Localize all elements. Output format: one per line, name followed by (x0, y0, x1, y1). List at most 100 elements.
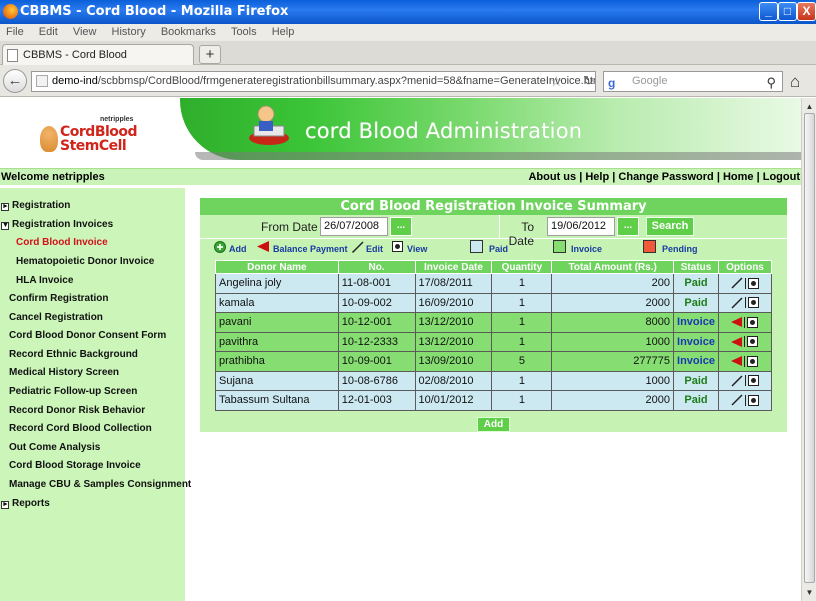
cell-donor-name: kamala (215, 292, 339, 313)
cell-status[interactable]: Invoice (673, 331, 719, 352)
cell-no: 10-12-001 (337, 312, 416, 333)
col-invoice-date[interactable]: Invoice Date (414, 260, 493, 274)
from-date-input[interactable]: 26/07/2008 (320, 217, 388, 236)
status-link[interactable]: Paid (684, 375, 707, 387)
legend-bar: Add Balance Payment Edit View Paid Invoi… (200, 240, 787, 260)
page-icon (7, 49, 18, 62)
tab-cbbms[interactable]: CBBMS - Cord Blood (2, 44, 194, 66)
menu-help[interactable]: Help (272, 24, 295, 41)
view-icon[interactable] (747, 355, 759, 367)
status-link[interactable]: Paid (684, 394, 707, 406)
from-date-picker-button[interactable]: ... (390, 217, 412, 236)
status-link[interactable]: Invoice (677, 355, 715, 367)
status-link[interactable]: Invoice (677, 316, 715, 328)
cell-status[interactable]: Paid (673, 292, 719, 313)
site-identity-icon[interactable] (36, 75, 48, 87)
sidebar-item-consent-form[interactable]: Cord Blood Donor Consent Form (9, 330, 166, 341)
cell-total-amount: 277775 (551, 351, 674, 372)
sidebar-item-manage-cbu[interactable]: Manage CBU & Samples Consignment (9, 479, 191, 490)
col-no[interactable]: No. (337, 260, 416, 274)
scroll-thumb[interactable] (804, 113, 815, 583)
search-input[interactable]: g Google ⚲ (603, 71, 783, 92)
status-link[interactable]: Invoice (677, 336, 715, 348)
to-date-picker-button[interactable]: ... (617, 217, 639, 236)
menu-bookmarks[interactable]: Bookmarks (161, 24, 216, 41)
sidebar-item-donor-risk-behavior[interactable]: Record Donor Risk Behavior (9, 405, 145, 416)
expand-icon[interactable]: ► (1, 501, 9, 509)
menu-history[interactable]: History (112, 24, 146, 41)
edit-icon[interactable] (731, 277, 743, 289)
bookmark-star-icon[interactable]: ☆ (550, 73, 563, 90)
add-button[interactable]: Add (477, 417, 510, 432)
search-icon[interactable]: ⚲ (766, 73, 776, 92)
menu-file[interactable]: File (6, 24, 24, 41)
link-logout[interactable]: Logout (763, 171, 800, 183)
sidebar-item-cancel-registration[interactable]: Cancel Registration (9, 312, 103, 323)
to-date-input[interactable]: 19/06/2012 (547, 217, 615, 236)
edit-icon[interactable] (731, 297, 743, 309)
status-link[interactable]: Paid (684, 277, 707, 289)
scroll-up-icon[interactable]: ▲ (803, 100, 816, 113)
sidebar-item-out-come-analysis[interactable]: Out Come Analysis (9, 442, 100, 453)
sidebar-item-ethnic-background[interactable]: Record Ethnic Background (9, 349, 138, 360)
sidebar-item-cord-blood-invoice[interactable]: Cord Blood Invoice (16, 237, 108, 248)
edit-icon[interactable] (731, 394, 743, 406)
menu-edit[interactable]: Edit (39, 24, 58, 41)
menu-tools[interactable]: Tools (231, 24, 257, 41)
legend-edit: Edit (366, 244, 383, 254)
minimize-button[interactable]: _ (759, 2, 778, 21)
menu-view[interactable]: View (73, 24, 97, 41)
sidebar-item-cord-blood-collection[interactable]: Record Cord Blood Collection (9, 423, 152, 434)
maximize-button[interactable]: □ (778, 2, 797, 21)
link-home[interactable]: Home (723, 171, 754, 183)
balance-payment-icon[interactable] (731, 317, 743, 328)
sidebar-item-storage-invoice[interactable]: Cord Blood Storage Invoice (9, 460, 141, 471)
balance-payment-icon[interactable] (731, 336, 743, 347)
collapse-icon[interactable]: ▼ (1, 222, 9, 230)
sidebar-item-hematopoietic-donor-invoice[interactable]: Hematopoietic Donor Invoice (16, 256, 154, 267)
vertical-scrollbar[interactable]: ▲ ▼ (801, 98, 816, 601)
sidebar-item-registration-invoices[interactable]: ▼ Registration Invoices (1, 219, 113, 230)
view-icon[interactable] (747, 375, 759, 387)
sidebar-item-hla-invoice[interactable]: HLA Invoice (16, 275, 73, 286)
cell-status[interactable]: Paid (673, 370, 719, 391)
status-link[interactable]: Paid (684, 297, 707, 309)
col-donor-name[interactable]: Donor Name (215, 260, 339, 274)
view-icon[interactable] (747, 336, 759, 348)
col-status[interactable]: Status (673, 260, 719, 274)
cell-quantity: 1 (491, 331, 553, 352)
sidebar-item-pediatric-follow-up[interactable]: Pediatric Follow-up Screen (9, 386, 137, 397)
search-button[interactable]: Search (646, 217, 694, 236)
col-quantity[interactable]: Quantity (491, 260, 553, 274)
cordblood-logo[interactable]: netripples CordBlood StemCell (38, 116, 146, 166)
cell-status[interactable]: Paid (673, 390, 719, 411)
sidebar-item-confirm-registration[interactable]: Confirm Registration (9, 293, 108, 304)
url-bar[interactable]: demo-ind/scbbmsp/CordBlood/frmgeneratere… (31, 71, 596, 92)
view-icon[interactable] (747, 394, 759, 406)
new-tab-button[interactable]: + (199, 45, 221, 64)
view-icon[interactable] (747, 297, 759, 309)
link-change-password[interactable]: Change Password (618, 171, 713, 183)
view-icon[interactable] (747, 316, 759, 328)
balance-payment-icon[interactable] (731, 356, 743, 367)
sidebar-item-reports[interactable]: ► Reports (1, 498, 50, 509)
sidebar-item-medical-history[interactable]: Medical History Screen (9, 367, 119, 378)
cell-quantity: 1 (491, 370, 553, 391)
link-about-us[interactable]: About us (528, 171, 576, 183)
cell-status[interactable]: Invoice (673, 312, 719, 333)
col-total-amount[interactable]: Total Amount (Rs.) (551, 260, 674, 274)
google-icon[interactable]: g (608, 74, 615, 93)
back-button[interactable]: ← (3, 69, 27, 93)
sidebar-item-registration[interactable]: ► Registration (1, 200, 70, 211)
cell-status[interactable]: Paid (673, 273, 719, 294)
edit-icon[interactable] (731, 375, 743, 387)
sidebar: ► Registration ▼ Registration Invoices Cor… (0, 188, 191, 601)
reload-icon[interactable]: ↻ (583, 73, 594, 89)
home-icon[interactable]: ⌂ (790, 72, 800, 92)
link-help[interactable]: Help (585, 171, 609, 183)
scroll-down-icon[interactable]: ▼ (803, 586, 816, 599)
close-button[interactable]: X (797, 2, 816, 21)
expand-icon[interactable]: ► (1, 203, 9, 211)
cell-status[interactable]: Invoice (673, 351, 719, 372)
view-icon[interactable] (747, 277, 759, 289)
